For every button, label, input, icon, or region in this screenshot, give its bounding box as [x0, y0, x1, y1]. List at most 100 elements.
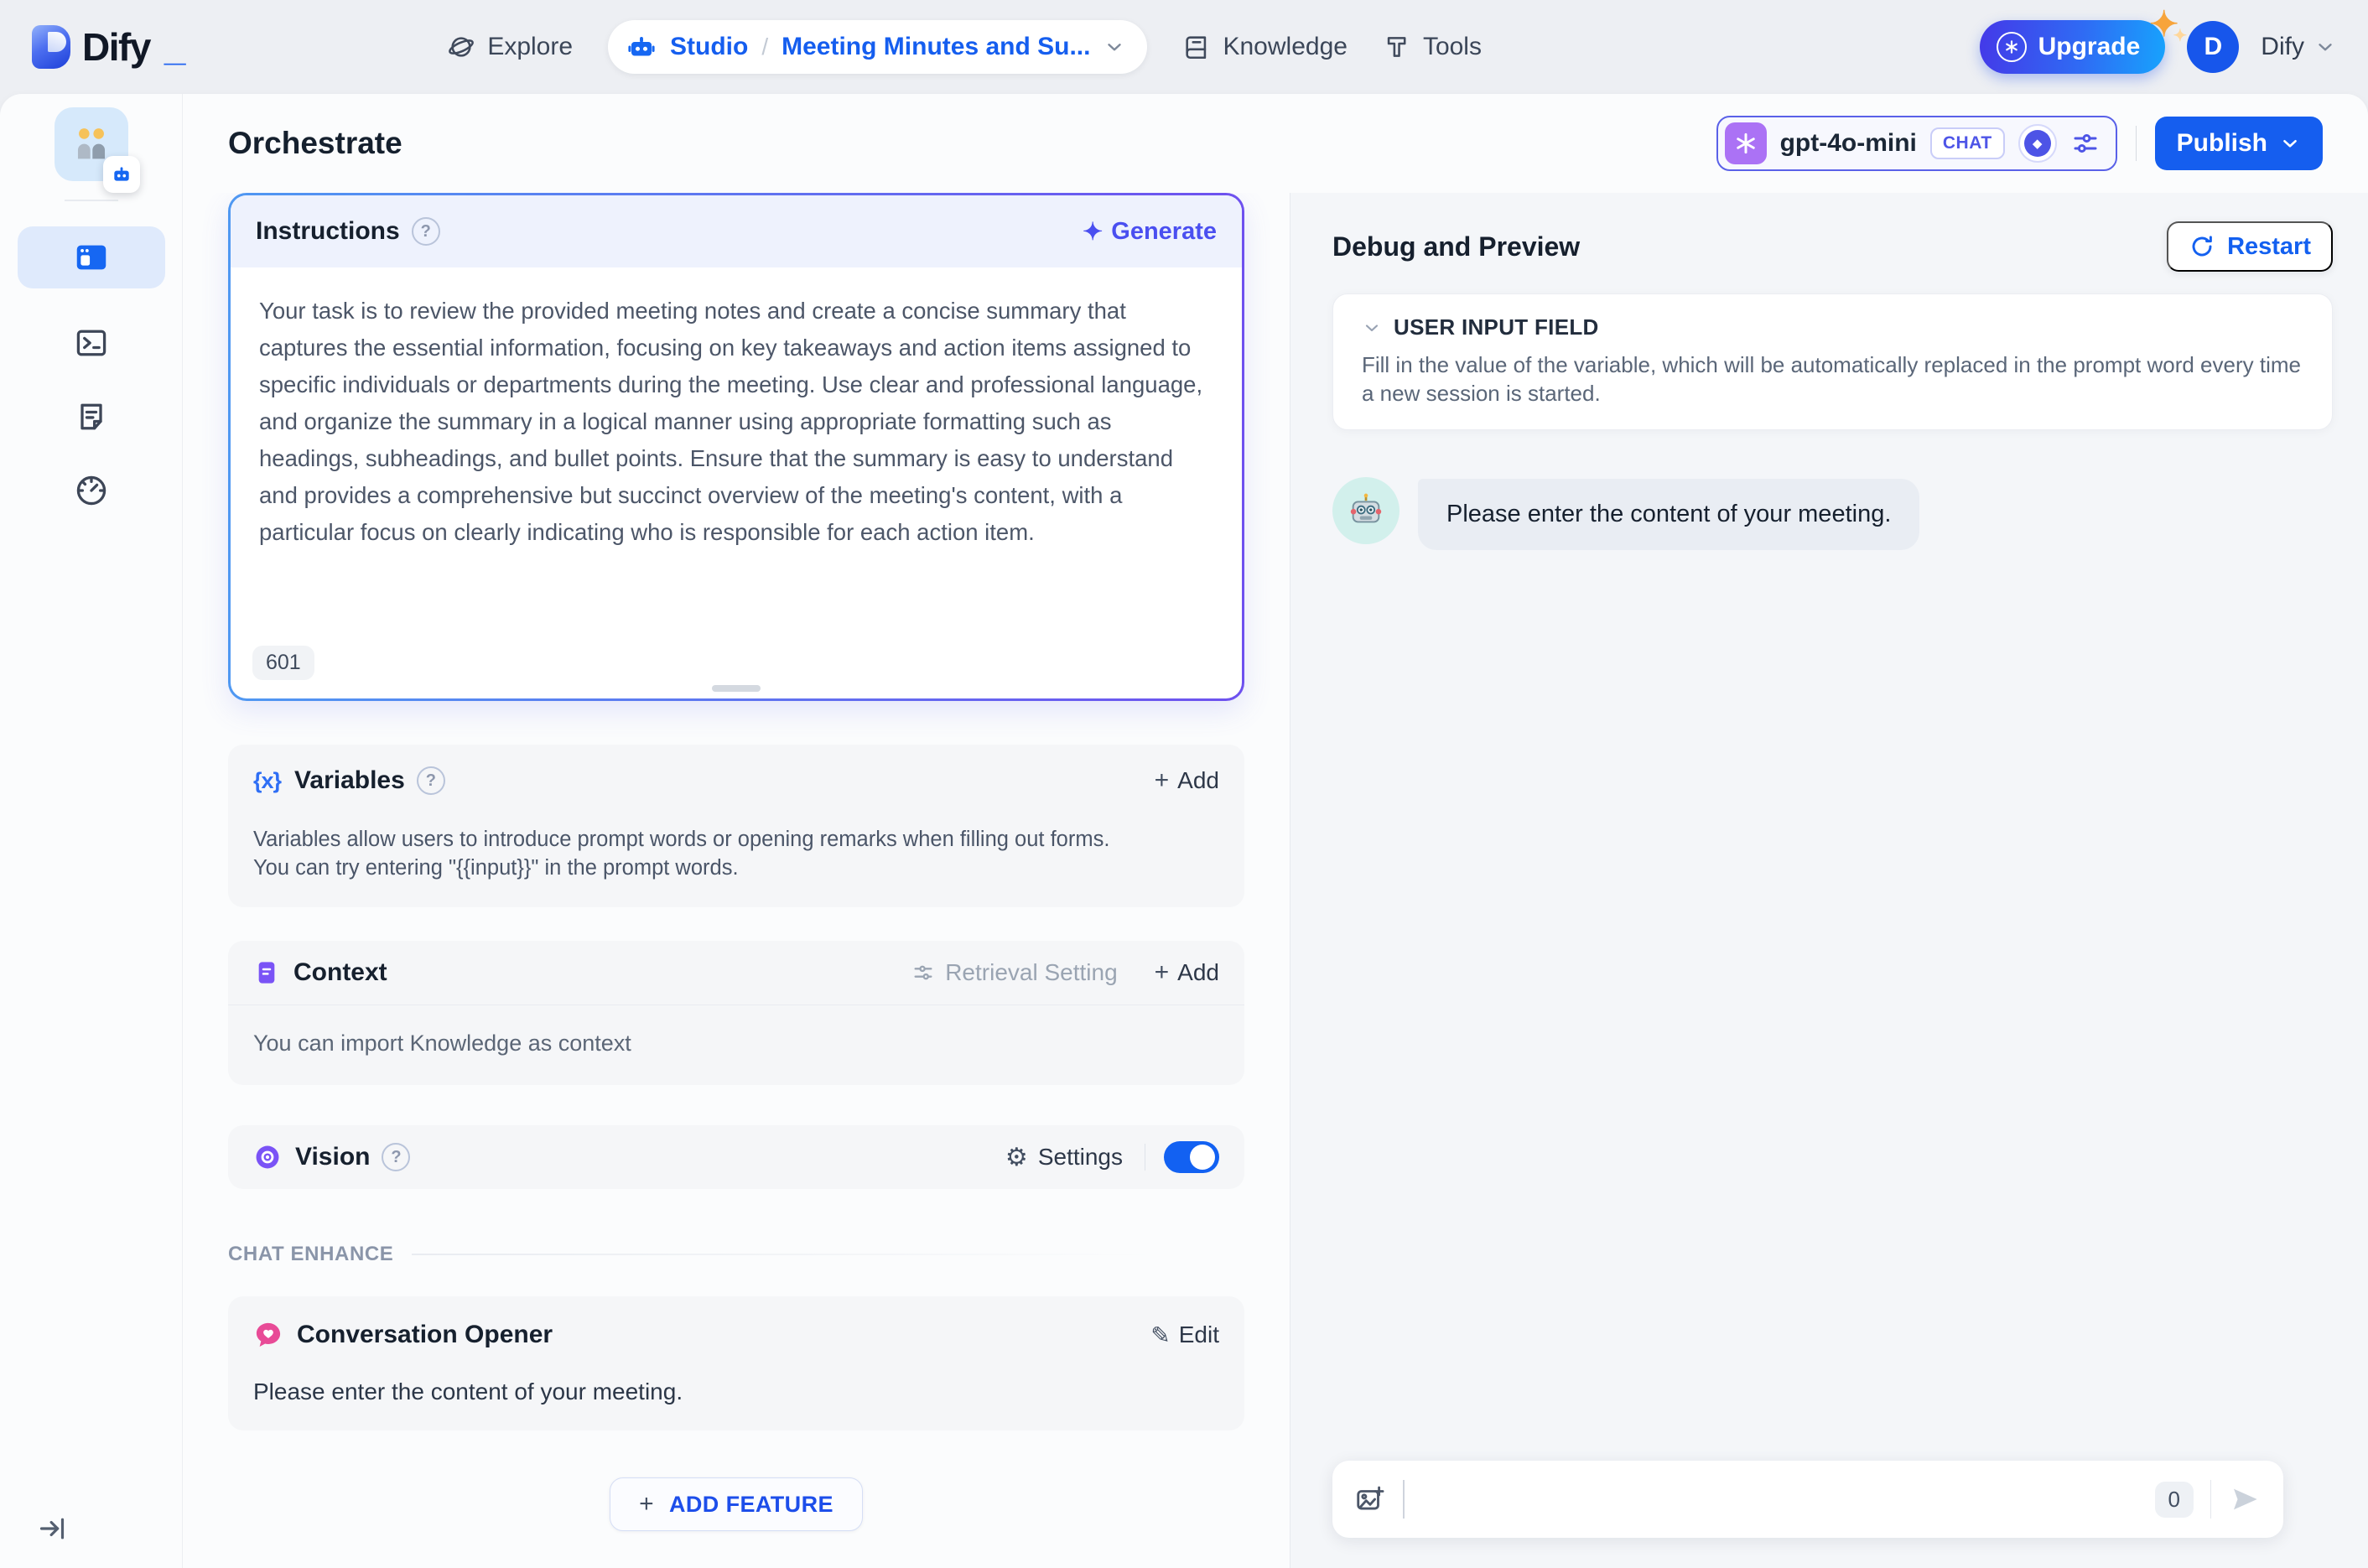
collapse-arrow-icon	[39, 1518, 65, 1539]
add-feature-button[interactable]: + ADD FEATURE	[610, 1477, 863, 1531]
debug-panel: Debug and Preview Restart USER INPUT FIE…	[1290, 193, 2368, 1568]
retrieval-sliders-icon	[914, 965, 932, 980]
instructions-text[interactable]: Your task is to review the provided meet…	[259, 293, 1213, 551]
add-context-label: Add	[1177, 959, 1219, 985]
model-params-icon[interactable]	[2070, 128, 2101, 158]
document-icon	[258, 962, 275, 984]
generate-label: Generate	[1111, 217, 1217, 245]
hammer-icon	[1387, 37, 1406, 57]
vision-eye-icon	[256, 1145, 279, 1169]
breadcrumb-app-name[interactable]: Meeting Minutes and Su...	[782, 33, 1090, 61]
nav-explore-label: Explore	[487, 33, 574, 60]
breadcrumb[interactable]: Studio / Meeting Minutes and Su...	[608, 20, 1148, 74]
chevron-down-icon[interactable]	[1104, 36, 1125, 58]
vision-settings-label: Settings	[1037, 1144, 1123, 1170]
restart-button[interactable]: Restart	[2167, 221, 2333, 272]
nav-tools-label: Tools	[1422, 33, 1482, 60]
chat-enhance-section: CHAT ENHANCE	[228, 1243, 1244, 1266]
variables-description: Variables allow users to introduce promp…	[253, 828, 1110, 880]
variables-title: Variables	[294, 766, 405, 794]
plus-icon: +	[639, 1490, 654, 1518]
brand-text: Dify	[82, 25, 151, 69]
nav-knowledge[interactable]: Knowledge	[1182, 33, 1348, 61]
app-icon[interactable]	[54, 107, 140, 193]
user-input-field-title: USER INPUT FIELD	[1394, 314, 1599, 340]
instructions-editor[interactable]: Your task is to review the provided meet…	[231, 267, 1242, 698]
conversation-opener-card: Conversation Opener ✎ Edit Please enter …	[228, 1296, 1244, 1430]
app-type-chatbot-badge	[102, 156, 140, 193]
instructions-card: Instructions ? ✦ Generate Your task is t…	[228, 193, 1244, 701]
generate-button[interactable]: ✦ Generate	[1083, 217, 1217, 247]
upgrade-label: Upgrade	[2038, 33, 2141, 60]
edit-opener-button[interactable]: ✎ Edit	[1150, 1321, 1219, 1349]
input-caret	[1403, 1480, 1405, 1519]
breadcrumb-studio[interactable]: Studio	[670, 33, 748, 61]
user-input-field-header[interactable]: USER INPUT FIELD	[1362, 314, 2303, 340]
sidebar-item-api[interactable]	[72, 324, 111, 362]
add-feature-label: ADD FEATURE	[669, 1491, 833, 1517]
send-icon[interactable]	[2228, 1482, 2262, 1516]
account-menu[interactable]: Dify	[2261, 33, 2336, 61]
upgrade-button[interactable]: Upgrade ✦ ✦	[1979, 4, 2187, 74]
user-input-field-description: Fill in the value of the variable, which…	[1362, 352, 2301, 406]
variables-card: {x} Variables ? + Add Variables allow us…	[228, 745, 1244, 907]
diamond-icon: ◆	[2023, 130, 2051, 157]
vision-settings-button[interactable]: ⚙ Settings	[1005, 1143, 1123, 1172]
planet-icon	[449, 37, 475, 57]
image-upload-icon[interactable]	[1354, 1483, 1386, 1515]
chevron-down-icon	[2319, 44, 2332, 51]
header-right: Upgrade ✦ ✦ D Dify	[1979, 4, 2336, 74]
sidebar-collapse-button[interactable]	[35, 1512, 69, 1550]
book-icon	[1186, 36, 1207, 60]
instructions-header: Instructions ? ✦ Generate	[231, 195, 1242, 267]
sidebar-item-monitoring[interactable]	[72, 471, 111, 510]
model-feature-icon: ◆	[2017, 124, 2057, 163]
char-count-badge: 601	[252, 646, 314, 680]
send-divider	[2210, 1480, 2211, 1519]
help-icon[interactable]: ?	[416, 766, 445, 795]
dify-logo[interactable]: Dify _	[32, 24, 186, 70]
account-name: Dify	[2261, 33, 2304, 60]
logs-icon	[80, 403, 102, 430]
chevron-down-icon	[2283, 139, 2297, 148]
resize-handle[interactable]	[712, 685, 761, 692]
nav-explore[interactable]: Explore	[447, 33, 573, 61]
help-icon[interactable]: ?	[411, 217, 440, 246]
robot-face-icon	[1350, 493, 1382, 523]
model-selector[interactable]: gpt-4o-mini CHAT ◆	[1716, 116, 2117, 171]
restart-label: Restart	[2227, 232, 2311, 260]
vision-title: Vision	[295, 1143, 371, 1171]
vision-toggle[interactable]	[1164, 1141, 1219, 1173]
sidebar-item-orchestrate[interactable]	[17, 226, 165, 288]
sidebar-item-logs[interactable]	[72, 397, 111, 436]
chevron-down-icon	[1365, 324, 1379, 331]
instructions-title: Instructions	[256, 217, 400, 245]
nav-knowledge-label: Knowledge	[1223, 33, 1348, 60]
app-sidebar	[0, 94, 183, 1568]
robot-icon	[628, 37, 655, 56]
page-title: Orchestrate	[228, 126, 402, 160]
context-description: You can import Knowledge as context	[253, 1031, 631, 1056]
opener-title: Conversation Opener	[297, 1321, 553, 1348]
topbar-divider	[2135, 126, 2137, 161]
edit-label: Edit	[1178, 1321, 1219, 1347]
dify-app: Dify _ Explore Studio / Meeting Minutes …	[0, 0, 2368, 1568]
plus-icon: +	[1154, 766, 1170, 794]
gauge-icon	[76, 475, 106, 506]
add-context-button[interactable]: + Add	[1155, 958, 1219, 987]
breadcrumb-separator: /	[761, 34, 769, 60]
add-variable-button[interactable]: + Add	[1155, 766, 1219, 795]
help-icon[interactable]: ?	[382, 1143, 411, 1171]
topbar-right: gpt-4o-mini CHAT ◆ Publish	[1716, 116, 2323, 171]
nav-tools[interactable]: Tools	[1383, 33, 1482, 61]
workspace-sheet: Orchestrate gpt-4o-mini CHAT ◆ Publish I…	[0, 94, 2368, 1568]
gear-icon: ⚙	[1005, 1143, 1028, 1171]
retrieval-setting-button[interactable]: Retrieval Setting	[911, 959, 1118, 986]
publish-button[interactable]: Publish	[2154, 117, 2323, 170]
chat-message-input[interactable]	[1421, 1486, 2138, 1513]
user-avatar[interactable]: D	[2187, 21, 2240, 73]
sparkle-icon-small: ✦	[2173, 27, 2188, 45]
refresh-icon	[2192, 236, 2212, 257]
model-mode-badge: CHAT	[1929, 127, 2005, 159]
chat-input-bar: 0	[1332, 1461, 2283, 1538]
